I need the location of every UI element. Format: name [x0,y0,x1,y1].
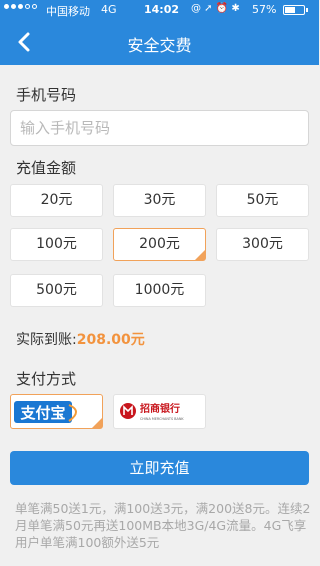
cmb-logo: 招商银行 CHINA MERCHANTS BANK [120,402,184,421]
battery-percent: 57% [252,3,277,16]
amount-option-1000[interactable]: 1000元 [113,274,206,307]
recharge-button[interactable]: 立即充值 [10,451,309,485]
promo-note: 单笔满50送1元，满100送3元，满200送8元。连续2月单笔满50元再送100… [15,501,311,550]
amount-option-500[interactable]: 500元 [10,274,103,307]
phone-input[interactable] [10,110,309,146]
amount-option-30[interactable]: 30元 [113,184,206,217]
clock: 14:02 [144,3,180,16]
amount-option-100[interactable]: 100元 [10,228,103,261]
actual-amount-label: 实际到账: [16,332,77,348]
payment-cmb[interactable]: 招商银行 CHINA MERCHANTS BANK [113,394,206,429]
battery-icon [283,5,308,15]
status-icons: @ ➚ ⏰ ✱ [191,3,240,14]
alipay-logo: 支付宝 [14,401,77,423]
phone-label: 手机号码 [16,86,77,104]
nav-bar: 安全交费 [0,20,319,65]
status-bar: 中国移动 4G 14:02 @ ➚ ⏰ ✱ 57% [0,0,319,20]
cmb-name: 招商银行 [140,402,180,415]
signal-strength-icon [4,4,37,9]
amount-option-300[interactable]: 300元 [216,228,309,261]
alipay-name: 支付宝 [19,404,65,422]
amount-option-50[interactable]: 50元 [216,184,309,217]
payment-label: 支付方式 [16,370,77,388]
amount-option-20[interactable]: 20元 [10,184,103,217]
network-type: 4G [101,3,117,16]
payment-alipay[interactable]: 支付宝 [10,394,103,429]
actual-amount: 实际到账:208.00元 [16,329,145,349]
amount-option-200[interactable]: 200元 [113,228,206,261]
page-title: 安全交费 [127,36,192,55]
amount-label: 充值金额 [16,159,77,177]
cmb-subtitle: CHINA MERCHANTS BANK [140,417,184,421]
actual-amount-value: 208.00元 [76,332,145,348]
carrier-name: 中国移动 [46,5,90,18]
